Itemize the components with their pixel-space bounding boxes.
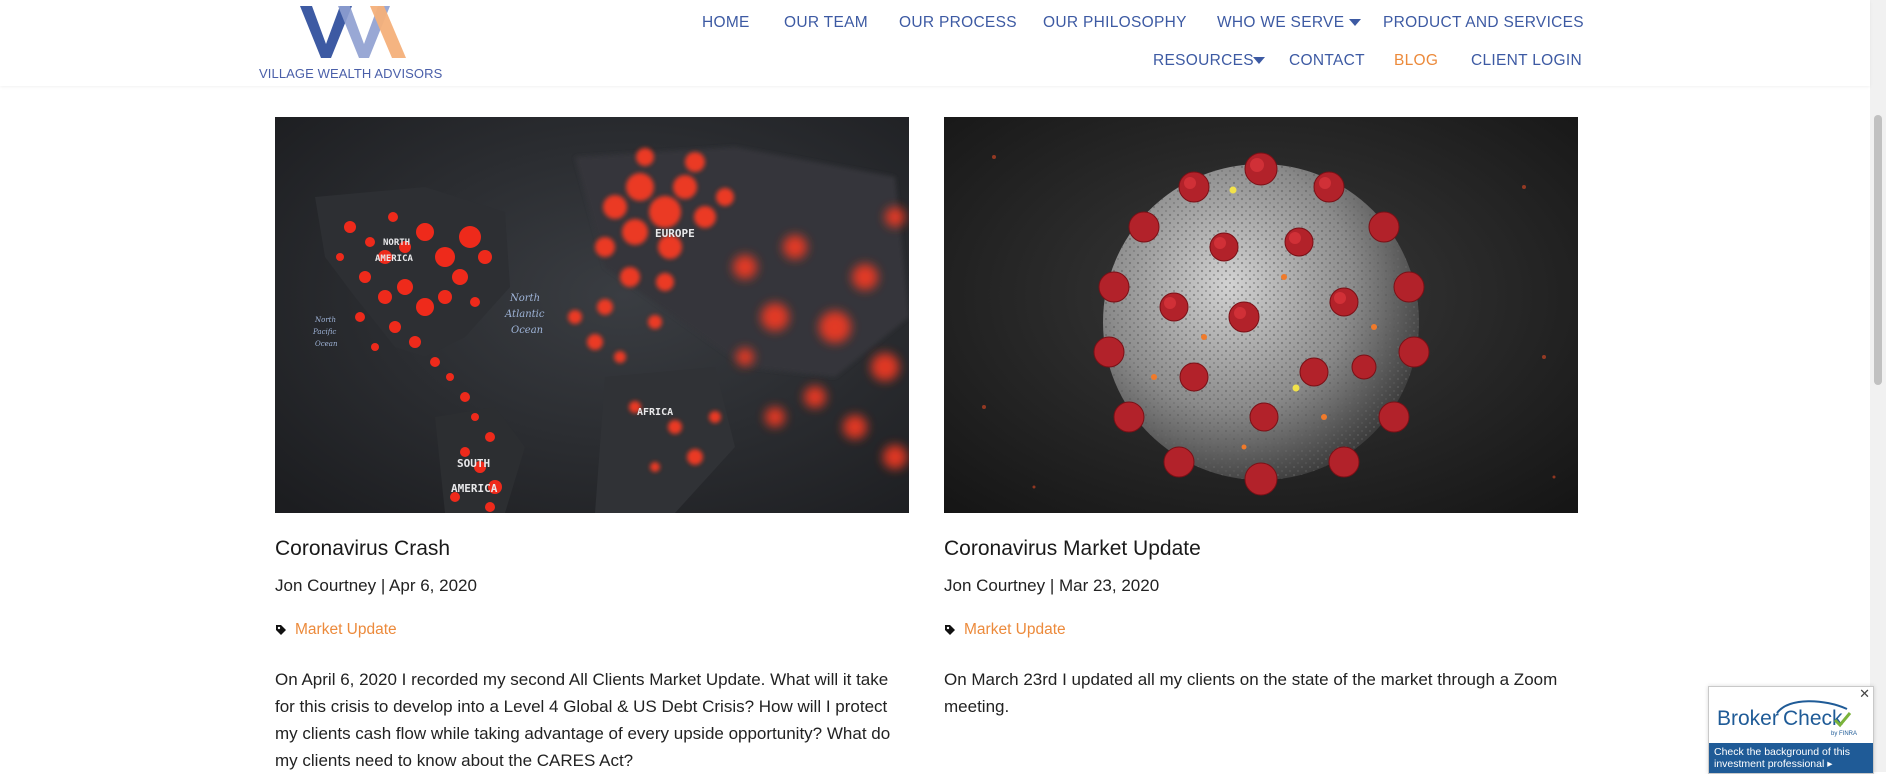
brokercheck-brand-part: Check [1783,707,1843,730]
nav-contact[interactable]: CONTACT [1289,52,1365,70]
chevron-down-icon[interactable] [1349,19,1361,26]
scrollbar-thumb[interactable] [1874,115,1882,385]
post-meta: Jon Courtney | Mar 23, 2020 [944,576,1160,595]
post-excerpt: On March 23rd I updated all my clients o… [944,670,1558,716]
nav-product-and-services[interactable]: PRODUCT AND SERVICES [1383,14,1584,32]
map-label: Ocean [315,340,338,348]
nav-who-we-serve[interactable]: WHO WE SERVE [1217,14,1344,32]
brokercheck-byline: by FINRA [1831,731,1857,737]
map-label: North [509,293,540,304]
map-label: Pacific [312,328,336,336]
nav-our-philosophy[interactable]: OUR PHILOSOPHY [1043,14,1187,32]
site-logo[interactable]: VILLAGE WEALTH ADVISORS [258,0,448,84]
page-scrollbar[interactable] [1870,0,1886,772]
map-label: NORTH [383,238,410,248]
post-excerpt: On April 6, 2020 I recorded my second Al… [275,670,891,770]
chevron-right-icon: ▸ [1824,758,1833,770]
brokercheck-logo: Broker Check by FINRA [1717,700,1857,737]
map-label: AFRICA [637,407,673,418]
post-image-world-map[interactable]: NORTH AMERICA SOUTH AMERICA AFRICA EUROP… [275,117,909,513]
map-label: North [314,316,336,324]
map-label: EUROPE [655,227,695,240]
logo-text: VILLAGE WEALTH ADVISORS [259,66,443,81]
nav-blog[interactable]: BLOG [1394,52,1438,70]
map-label: SOUTH [457,457,490,470]
logo-mark-icon [300,6,406,58]
post-title[interactable]: Coronavirus Crash [275,537,450,561]
map-label: AMERICA [375,254,414,264]
nav-resources[interactable]: RESOURCES [1153,52,1254,70]
tag-icon [945,625,955,635]
world-map-image: NORTH AMERICA SOUTH AMERICA AFRICA EUROP… [275,117,909,513]
nav-home[interactable]: HOME [702,14,750,32]
map-label: AMERICA [451,482,498,495]
coronavirus-image [944,117,1578,513]
map-label: Ocean [511,325,543,336]
post-meta: Jon Courtney | Apr 6, 2020 [275,576,477,595]
map-label: Atlantic [504,309,545,320]
post-title[interactable]: Coronavirus Market Update [944,537,1201,561]
brokercheck-widget[interactable]: ✕ Broker Check by FINRA Check the backgr… [1708,686,1874,774]
brokercheck-cta[interactable]: Check the background of this investment … [1709,743,1873,773]
chevron-down-icon[interactable] [1253,57,1265,64]
tag-icon [276,625,286,635]
nav-our-team[interactable]: OUR TEAM [784,14,868,32]
nav-our-process[interactable]: OUR PROCESS [899,14,1017,32]
site-header: VILLAGE WEALTH ADVISORS HOME OUR TEAM OU… [0,0,1870,86]
post-category-link[interactable]: Market Update [295,621,397,639]
nav-client-login[interactable]: CLIENT LOGIN [1471,52,1582,70]
post-image-virus[interactable] [944,117,1578,513]
post-category-link[interactable]: Market Update [964,621,1066,639]
brokercheck-brand-part: Broker [1717,707,1779,730]
